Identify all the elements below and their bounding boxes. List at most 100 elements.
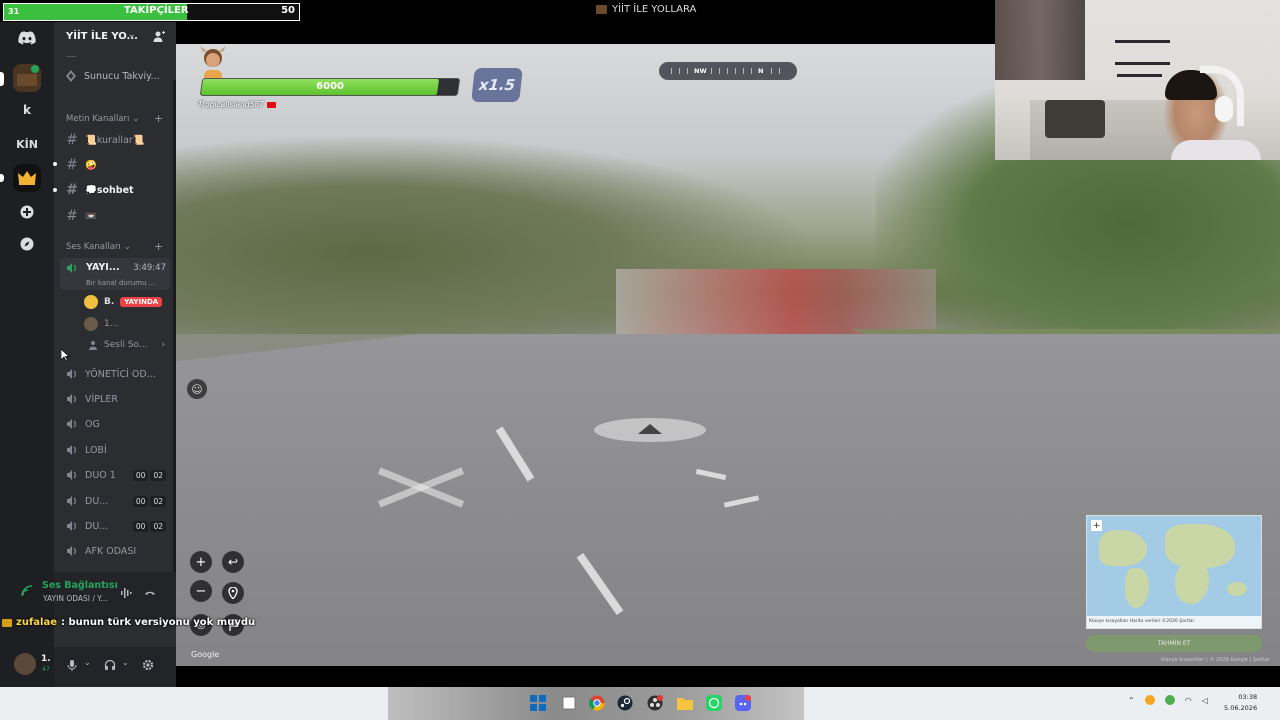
add-channel-icon[interactable]: + [154, 240, 163, 253]
wifi-icon[interactable]: ◠ [1185, 696, 1192, 705]
player-name-row: TropicalIsland587 [198, 100, 276, 109]
voice-channel-afk[interactable]: AFK ODASI [66, 541, 170, 561]
divider [66, 56, 76, 57]
chevron-down-icon[interactable]: ⌄ [84, 658, 91, 667]
server-icon-k[interactable]: k [13, 96, 41, 124]
invite-people-icon[interactable] [152, 30, 166, 44]
channel-sidebar: YİİT İLE YO... ⌄ Sunucu Takviy... Metin … [14, 22, 176, 687]
windows-taskbar: ⌃ ◠ ◁ 03:38 5.06.2026 [0, 687, 1280, 720]
map-zoom-in-button[interactable]: + [1091, 520, 1102, 531]
voice-channel-duo2[interactable]: DU... 00 02 [66, 491, 170, 511]
disconnect-icon[interactable] [144, 587, 156, 599]
folder-icon[interactable] [675, 693, 695, 713]
obs-icon[interactable] [645, 693, 665, 713]
category-text-channels[interactable]: Metin Kanalları ⌄ [66, 114, 140, 124]
mouse-cursor-icon [61, 349, 70, 362]
chevron-right-icon: › [161, 340, 166, 350]
noise-suppression-icon[interactable] [120, 587, 132, 599]
guess-minimap[interactable]: + Klavye kısayolları Harita verileri ©20… [1086, 515, 1262, 629]
speaker-icon [67, 521, 76, 531]
server-icon-game[interactable] [13, 64, 41, 92]
undo-return-icon[interactable]: ↩ [222, 551, 244, 573]
whatsapp-icon[interactable] [704, 693, 724, 713]
voice-channel-og[interactable]: OG [66, 414, 170, 434]
channel-video[interactable]: # 📼 [66, 206, 170, 226]
channel-emoji[interactable]: # 🤪 [66, 155, 170, 175]
volume-icon[interactable]: ◁ [1202, 696, 1208, 705]
username[interactable]: 1. [41, 654, 51, 664]
voice-connection-title[interactable]: Ses Bağlantısı [42, 580, 118, 591]
zoom-in-button[interactable]: + [190, 551, 212, 573]
hash-icon: # [66, 208, 78, 224]
microphone-icon[interactable] [66, 659, 78, 671]
active-voice-channel[interactable]: YAYI... 3:49:47 Bir kanal durumu ... [60, 258, 170, 290]
zoom-out-button[interactable]: − [190, 580, 212, 602]
crown-server-icon[interactable] [13, 164, 41, 192]
voice-channel-duo3[interactable]: DU... 00 02 [66, 516, 170, 536]
emoji-reaction-icon[interactable]: ☺ [187, 379, 207, 399]
add-channel-icon[interactable]: + [154, 112, 163, 125]
server-boost-label: Sunucu Takviy... [84, 70, 160, 82]
headphones-icon[interactable] [104, 659, 116, 671]
compass-n-label: N [758, 67, 764, 75]
steam-icon[interactable] [615, 693, 635, 713]
voice-connection-channel[interactable]: YAYIN ODASI / Y... [43, 594, 108, 603]
follower-count: 31 [8, 7, 20, 16]
voice-channel-lobby[interactable]: LOBİ [66, 440, 170, 460]
hash-icon: # [66, 132, 78, 148]
tray-app-icon[interactable] [1164, 695, 1175, 705]
turkey-flag-icon [266, 101, 276, 108]
webcam-overlay [995, 0, 1280, 160]
voice-channel-vip[interactable]: VİPLER [66, 389, 170, 409]
map-land [1125, 568, 1149, 608]
category-voice-channels[interactable]: Ses Kanalları ⌄ [66, 242, 131, 252]
unread-dot [53, 162, 57, 166]
player-name: TropicalIsland587 [198, 100, 264, 109]
chevron-down-icon[interactable]: ⌄ [128, 30, 136, 40]
chat-badge-icon [2, 618, 12, 627]
follower-goal-bar: 31 TAKİPÇİLER 50 [3, 3, 300, 21]
speaker-icon [67, 496, 76, 506]
server-boost-row[interactable]: Sunucu Takviy... [66, 70, 160, 82]
follower-goal-title: TAKİPÇİLER [124, 5, 189, 16]
channel-label: VİPLER [85, 393, 118, 405]
system-clock[interactable]: 03:38 5.06.2026 [1224, 692, 1257, 714]
channel-chat[interactable]: # 💭sohbet [66, 180, 170, 200]
discord-taskbar-icon[interactable] [733, 693, 753, 713]
voice-member[interactable]: 1... [84, 315, 118, 333]
gear-icon[interactable] [142, 659, 154, 671]
soundboard-row[interactable]: Sesli So... › [88, 336, 165, 354]
signal-icon [21, 585, 33, 597]
active-voice-name: YAYI... [86, 262, 120, 273]
user-limit-badge: 00 02 [132, 520, 166, 532]
voice-channel-admin[interactable]: YÖNETİCİ OD... [66, 364, 170, 384]
chevron-up-icon[interactable]: ⌃ [1128, 696, 1135, 705]
tray-app-icon[interactable] [1144, 695, 1155, 705]
windows-start-icon[interactable] [528, 693, 548, 713]
soundboard-label: Sesli So... [104, 340, 148, 350]
member-name: 1... [104, 319, 119, 329]
wall-shelf [1117, 74, 1162, 77]
channel-label: DUO 1 [85, 469, 116, 481]
discord-home-icon[interactable] [13, 24, 41, 52]
soundboard-icon [89, 341, 97, 350]
voice-channel-duo1[interactable]: DUO 1 00 02 [66, 465, 170, 485]
file-explorer-window-icon[interactable] [559, 693, 579, 713]
hash-icon: # [66, 182, 78, 198]
stream-title-text: YİİT İLE YOLLARA [612, 4, 697, 15]
boost-gem-icon [66, 70, 76, 82]
add-server-icon[interactable] [13, 198, 41, 226]
guess-button[interactable]: TAHMİN ET [1086, 635, 1262, 652]
chrome-icon[interactable] [587, 693, 607, 713]
avatar[interactable] [14, 653, 36, 675]
chevron-down-icon[interactable]: ⌄ [122, 658, 129, 667]
server-icon-kin[interactable]: KİN [13, 130, 41, 158]
location-pin-icon[interactable] [222, 582, 244, 604]
explore-compass-icon[interactable] [13, 230, 41, 258]
avatar [84, 317, 98, 331]
channel-rules[interactable]: # 📜kurallar📜 [66, 130, 170, 150]
wall-posters [995, 0, 1085, 80]
user-limit-badge: 00 02 [132, 495, 166, 507]
voice-member[interactable]: B. YAYINDA [84, 293, 163, 311]
move-forward-arrow[interactable] [594, 418, 706, 442]
